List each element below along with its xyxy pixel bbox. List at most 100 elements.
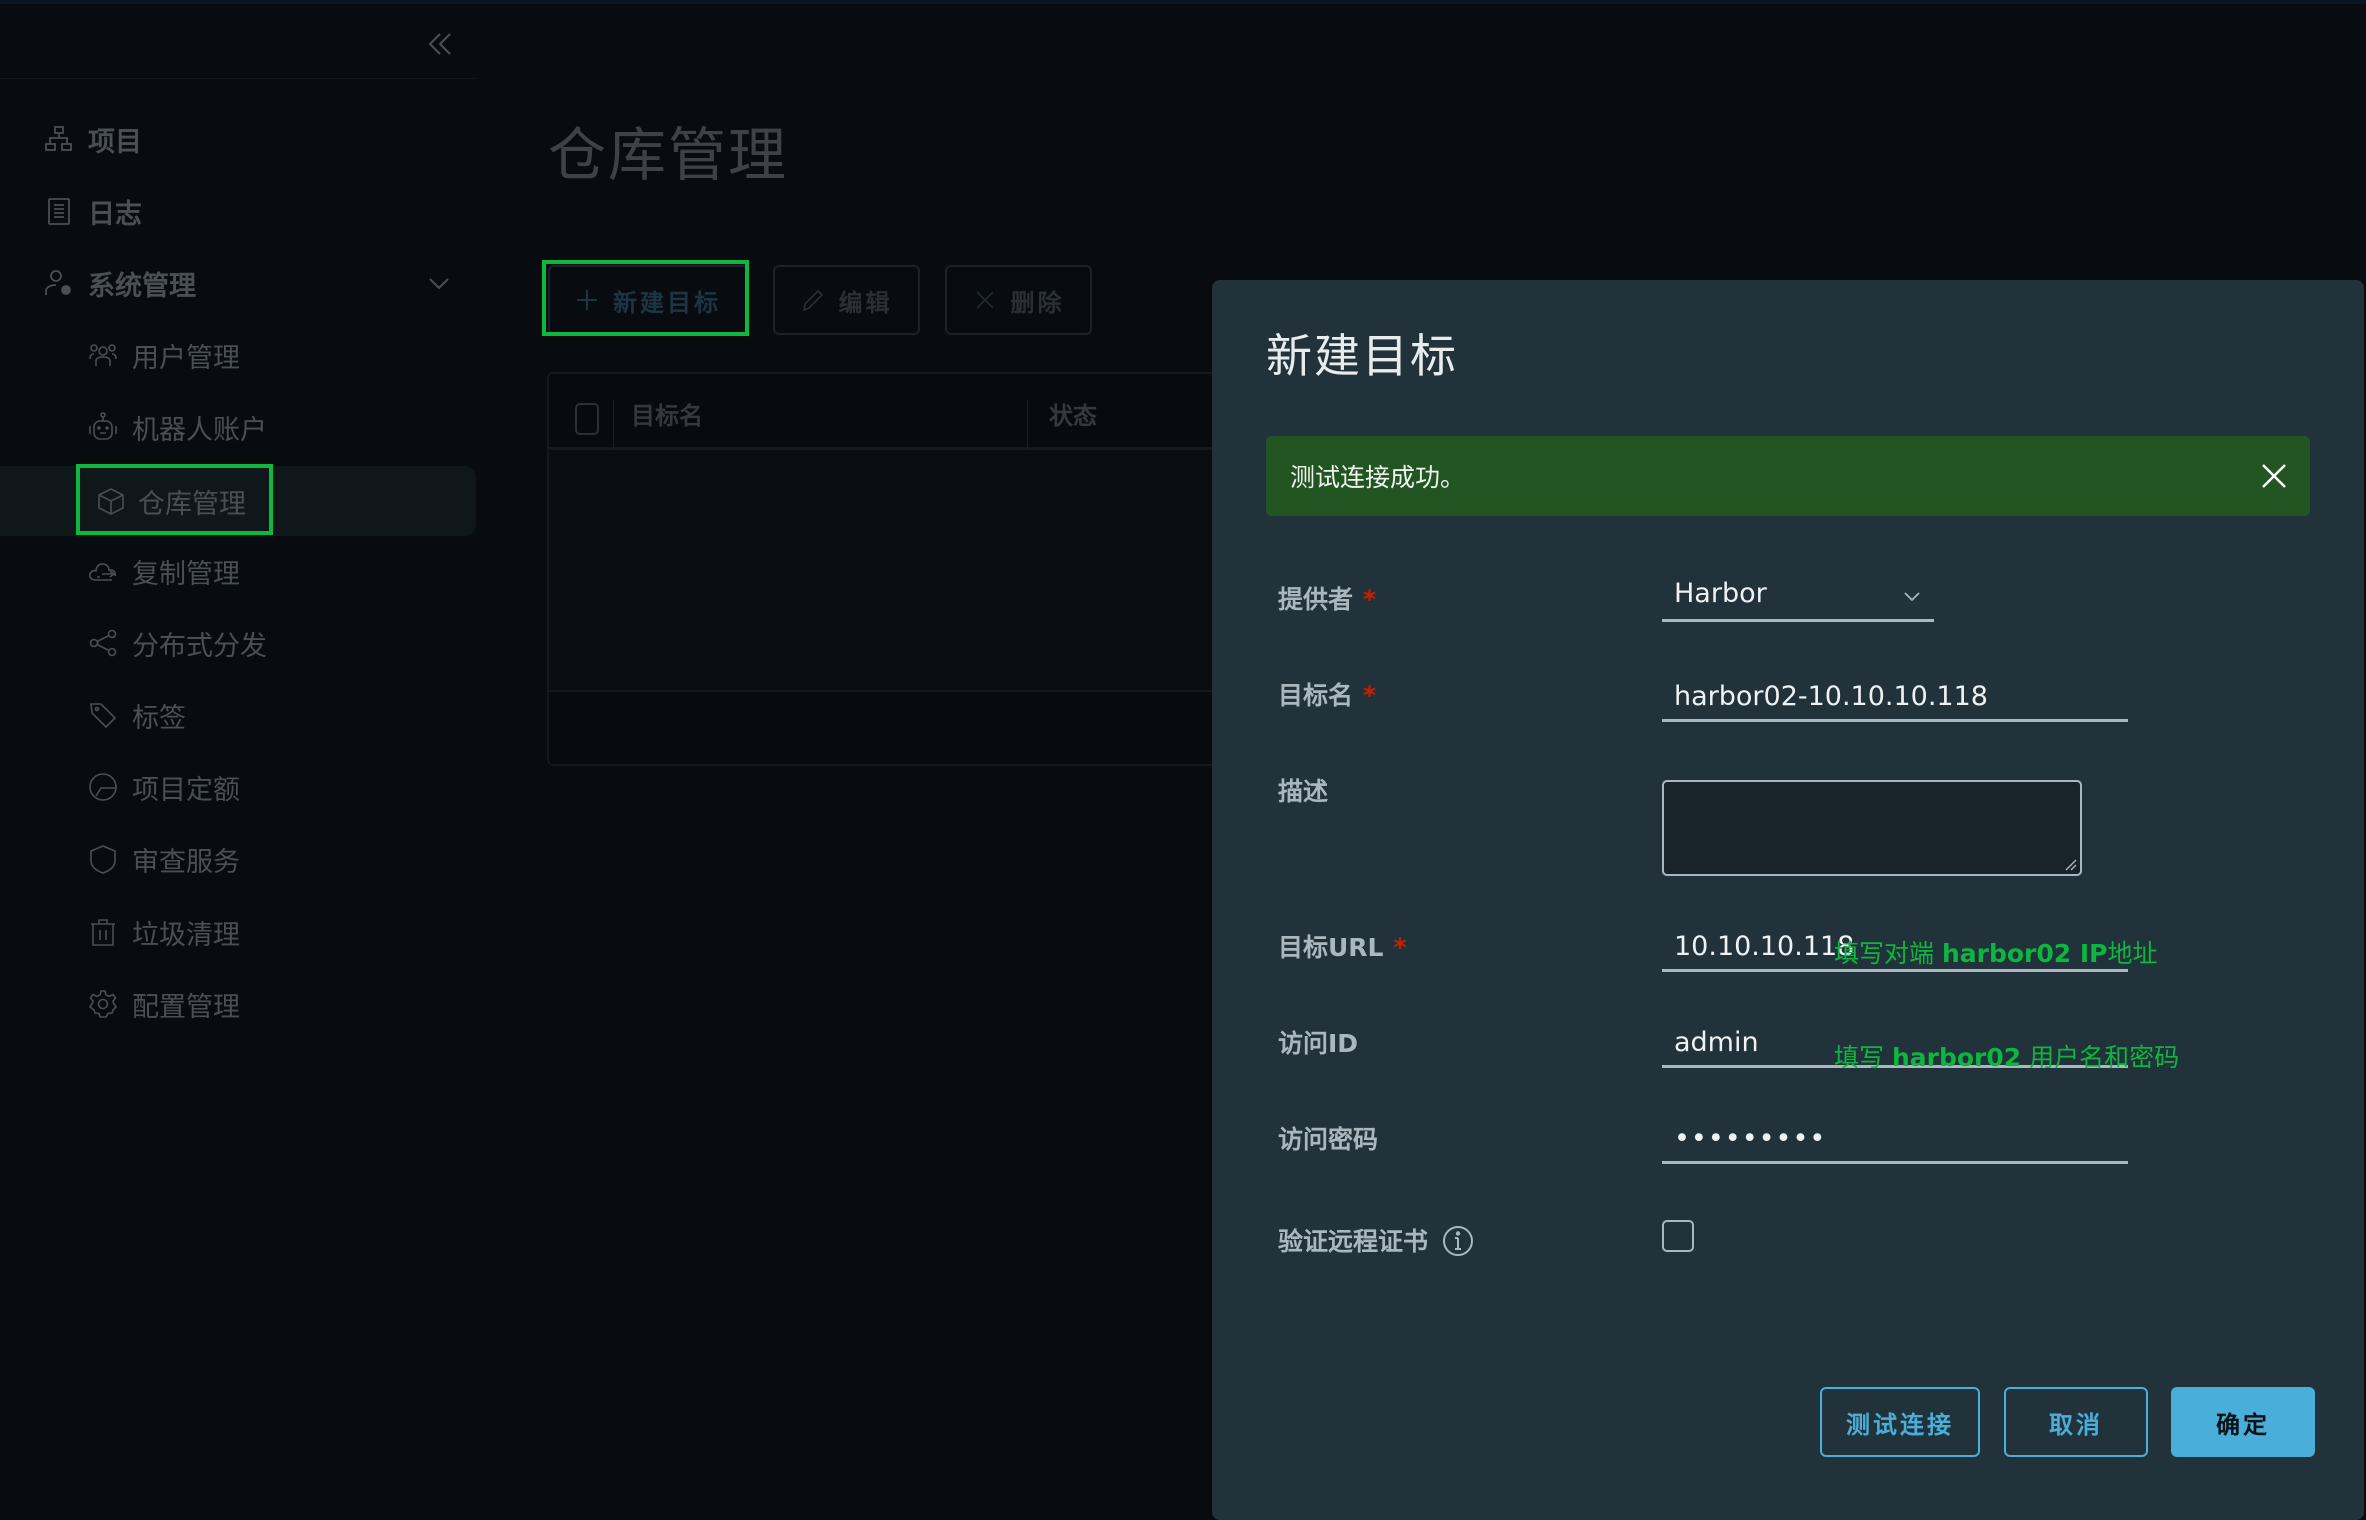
plus-icon <box>577 290 597 310</box>
provider-label-text: 提供者 <box>1278 585 1354 614</box>
annotation-text: 填写对端 <box>1834 939 1942 968</box>
trash-icon <box>91 919 115 946</box>
required-marker: * <box>1363 585 1377 614</box>
annotation-text: 用户名和密码 <box>2021 1043 2180 1072</box>
sidebar-item-users[interactable]: 用户管理 <box>0 320 476 390</box>
access-secret-input[interactable] <box>1662 1116 2128 1164</box>
provider-select[interactable]: Harbor <box>1662 576 1934 622</box>
chevron-down-icon[interactable] <box>426 270 452 296</box>
sidebar-item-label: 标签 <box>132 702 186 734</box>
sidebar: 项目 日志 系统管理 用户管理 机器人账户 仓库管理 复制管理 分布式分发 标签… <box>0 4 476 1506</box>
log-document-icon <box>48 198 70 225</box>
sidebar-item-label: 项目 <box>88 126 142 158</box>
cube-icon <box>98 488 124 515</box>
verify-cert-checkbox[interactable] <box>1662 1220 1694 1252</box>
column-header-name[interactable]: 目标名 <box>631 396 703 431</box>
project-hierarchy-icon <box>45 126 72 151</box>
url-annotation-note: 填写对端 harbor02 IP地址 <box>1834 934 2157 970</box>
target-name-input[interactable] <box>1662 674 2128 722</box>
description-textarea[interactable] <box>1662 780 2082 876</box>
alert-message: 测试连接成功。 <box>1290 463 1466 492</box>
credentials-annotation-note: 填写 harbor02 用户名和密码 <box>1834 1038 2179 1074</box>
sidebar-item-label: 仓库管理 <box>138 488 246 520</box>
pie-gauge-icon <box>89 773 117 801</box>
annotation-bold-text: harbor02 <box>1891 1043 2022 1072</box>
targets-table: 目标名 状态 <box>547 372 1247 766</box>
required-marker: * <box>1363 681 1377 710</box>
edit-button[interactable]: 编辑 <box>773 265 920 335</box>
sidebar-item-label: 用户管理 <box>132 342 240 374</box>
user-settings-icon <box>45 270 71 295</box>
sidebar-item-configuration[interactable]: 配置管理 <box>0 969 476 1039</box>
target-name-label-text: 目标名 <box>1278 681 1354 710</box>
description-label: 描述 <box>1278 777 1329 806</box>
resize-grip-icon[interactable] <box>2065 859 2077 871</box>
tag-icon <box>90 703 117 729</box>
column-header-status[interactable]: 状态 <box>1049 396 1097 431</box>
sidebar-divider <box>0 78 476 79</box>
target-url-label: 目标URL * <box>1278 928 1407 964</box>
sidebar-item-label: 配置管理 <box>132 991 240 1023</box>
verify-cert-label: 验证远程证书 <box>1278 1227 1429 1256</box>
sidebar-item-administration[interactable]: 系统管理 <box>0 248 476 318</box>
sidebar-item-label: 复制管理 <box>132 558 240 590</box>
ok-button[interactable]: 确定 <box>2171 1387 2315 1457</box>
sidebar-item-projects[interactable]: 项目 <box>0 104 476 174</box>
shield-icon <box>90 845 116 874</box>
target-name-label: 目标名 * <box>1278 676 1376 712</box>
double-chevron-left-icon <box>428 33 451 55</box>
select-all-checkbox[interactable] <box>575 403 599 435</box>
sidebar-item-garbage-collection[interactable]: 垃圾清理 <box>0 897 476 967</box>
gear-icon <box>88 990 118 1018</box>
column-separator[interactable] <box>1027 400 1028 450</box>
annotation-bold-text: harbor02 IP <box>1941 939 2108 968</box>
test-connection-button[interactable]: 测试连接 <box>1820 1387 1980 1457</box>
column-separator <box>613 400 614 450</box>
target-url-label-text: 目标URL <box>1278 933 1384 962</box>
sidebar-item-robot-accounts[interactable]: 机器人账户 <box>0 392 476 462</box>
new-target-label: 新建目标 <box>613 289 721 317</box>
sidebar-item-label: 机器人账户 <box>132 414 267 446</box>
new-target-dialog: 新建目标 测试连接成功。 提供者* Harbor 目标名* 描述 目标URL* … <box>1212 280 2364 1520</box>
info-icon[interactable] <box>1442 1225 1474 1257</box>
annotation-text: 地址 <box>2107 939 2158 968</box>
pencil-icon <box>802 289 823 312</box>
page-title: 仓库管理 <box>548 121 789 189</box>
access-secret-label: 访问密码 <box>1278 1125 1379 1154</box>
sidebar-item-label: 垃圾清理 <box>132 919 240 951</box>
edit-label: 编辑 <box>838 289 893 317</box>
sidebar-item-label: 分布式分发 <box>132 630 267 662</box>
provider-select-value: Harbor <box>1674 578 1767 609</box>
success-alert: 测试连接成功。 <box>1266 436 2310 516</box>
sidebar-item-label: 系统管理 <box>88 270 196 302</box>
new-target-button[interactable]: 新建目标 <box>548 265 748 335</box>
provider-label: 提供者 * <box>1278 580 1376 616</box>
dialog-title: 新建目标 <box>1266 329 1458 383</box>
sidebar-item-label: 审查服务 <box>132 846 240 878</box>
delete-label: 删除 <box>1010 289 1065 317</box>
sidebar-item-interrogation-services[interactable]: 审查服务 <box>0 824 476 894</box>
sidebar-item-label: 日志 <box>88 198 142 230</box>
chevron-down-icon <box>1904 592 1920 602</box>
required-marker: * <box>1393 933 1407 962</box>
sidebar-item-distributions[interactable]: 分布式分发 <box>0 608 476 678</box>
delete-button[interactable]: 删除 <box>945 265 1092 335</box>
cloud-sync-icon <box>88 563 116 581</box>
annotation-text: 填写 <box>1834 1043 1892 1072</box>
table-footer <box>549 690 1245 764</box>
close-icon[interactable] <box>2258 460 2290 492</box>
cancel-button[interactable]: 取消 <box>2004 1387 2148 1457</box>
sidebar-item-project-quotas[interactable]: 项目定额 <box>0 752 476 822</box>
sidebar-item-label: 项目定额 <box>132 774 240 806</box>
sidebar-item-registries[interactable]: 仓库管理 <box>0 466 476 536</box>
share-icon <box>89 629 117 657</box>
table-header: 目标名 状态 <box>549 374 1245 450</box>
sidebar-item-replications[interactable]: 复制管理 <box>0 536 476 606</box>
sidebar-collapse-button[interactable] <box>424 28 456 60</box>
close-icon <box>975 291 994 309</box>
sidebar-item-labels[interactable]: 标签 <box>0 680 476 750</box>
robot-icon <box>89 412 117 440</box>
users-icon <box>89 344 117 366</box>
access-id-label: 访问ID <box>1278 1029 1359 1058</box>
sidebar-item-logs[interactable]: 日志 <box>0 176 476 246</box>
